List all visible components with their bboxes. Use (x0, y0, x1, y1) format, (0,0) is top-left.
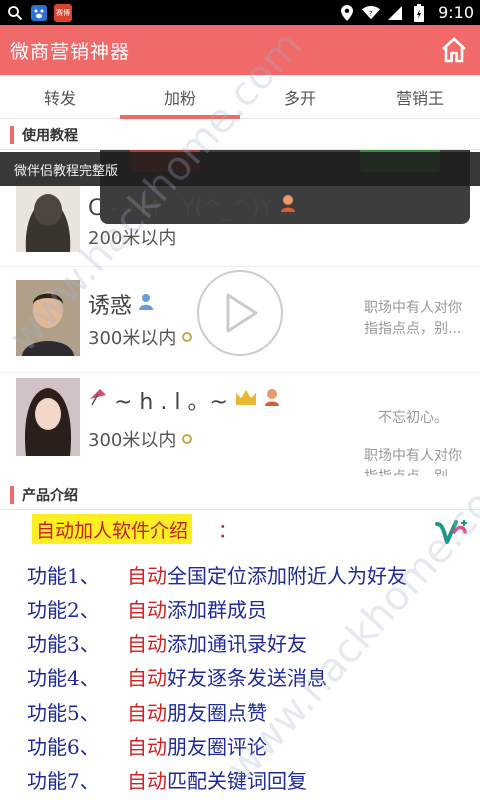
status-time: 9:10 (438, 3, 474, 22)
umbrella-emoji-icon (88, 387, 108, 413)
search-icon (6, 4, 24, 22)
product-title-colon: ： (218, 519, 238, 542)
battery-icon (410, 3, 428, 22)
section-marker (10, 125, 14, 144)
product-section-label: 产品介绍 (22, 487, 78, 504)
tab-bar: 转发 加粉 多开 营销王 (0, 75, 480, 119)
divider (0, 372, 480, 373)
svg-text:?: ? (369, 10, 372, 17)
status-dot-icon (182, 332, 193, 342)
avatar (16, 280, 80, 356)
tab-multi-open[interactable]: 多开 (240, 75, 360, 118)
feature-item: 功能7、 自动 匹配关键词回复 (27, 768, 307, 793)
status-bar: 赛博 ? 9:10 (0, 0, 480, 25)
video-title-bar: 微伴侣教程完整版 (0, 152, 480, 186)
feature-item: 功能6、 自动 朋友圈评论 (27, 734, 267, 759)
contact-distance: 200米以内 (88, 228, 177, 249)
app-screen: 赛博 ? 9:10 微商营销神器 转发 加粉 多开 营销王 使用教程 C - -… (0, 0, 480, 800)
contact-name: ~ h . l 。~ (88, 384, 280, 416)
contact-name: C - - M Y(^_^)Y (88, 190, 297, 222)
contact-message: 不忘初心。 (378, 410, 448, 426)
brand-logo-icon (434, 518, 470, 546)
feature-item: 功能3、 自动 添加通讯录好友 (27, 631, 307, 656)
tutorial-section-header: 使用教程 (0, 120, 480, 150)
tab-forward[interactable]: 转发 (0, 75, 120, 118)
wifi-icon: ? (362, 4, 381, 22)
contact-distance: 300米以内 (88, 324, 193, 350)
crown-emoji-icon (234, 387, 258, 413)
contact-message: 职场中有人对你指指点点，别... (364, 300, 462, 337)
contact-distance: 300米以内 (88, 426, 193, 452)
divider (0, 266, 480, 267)
feature-item: 功能2、 自动 添加群成员 (27, 597, 267, 622)
tab-marketing-king[interactable]: 营销王 (360, 75, 480, 118)
location-icon (338, 4, 356, 22)
signal-icon (386, 4, 404, 22)
contact-name: 诱惑 (88, 288, 154, 320)
emoji-icon (264, 387, 280, 413)
baidu-icon (30, 4, 48, 22)
product-section-header: 产品介绍 (0, 480, 480, 510)
male-user-icon (138, 292, 154, 317)
tutorial-section-label: 使用教程 (22, 127, 78, 144)
feature-item: 功能5、 自动 朋友圈点赞 (27, 700, 267, 725)
video-title: 微伴侣教程完整版 (14, 163, 119, 179)
app-title: 微商营销神器 (10, 40, 131, 63)
app-badge-icon: 赛博 (54, 3, 72, 22)
tab-add-fans[interactable]: 加粉 (120, 75, 240, 119)
feature-item: 功能1、 自动 全国定位添加附近人为好友 (27, 563, 407, 588)
product-title: 自动加人软件介绍 (32, 514, 193, 544)
play-icon[interactable] (197, 270, 283, 356)
feature-item: 功能4、 自动 好友逐条发送消息 (27, 665, 327, 690)
emoji-icon (279, 193, 297, 219)
avatar (16, 378, 80, 456)
home-icon[interactable] (438, 34, 470, 66)
app-bar: 微商营销神器 (0, 25, 480, 75)
status-dot-icon (182, 434, 193, 444)
section-marker (10, 485, 14, 504)
